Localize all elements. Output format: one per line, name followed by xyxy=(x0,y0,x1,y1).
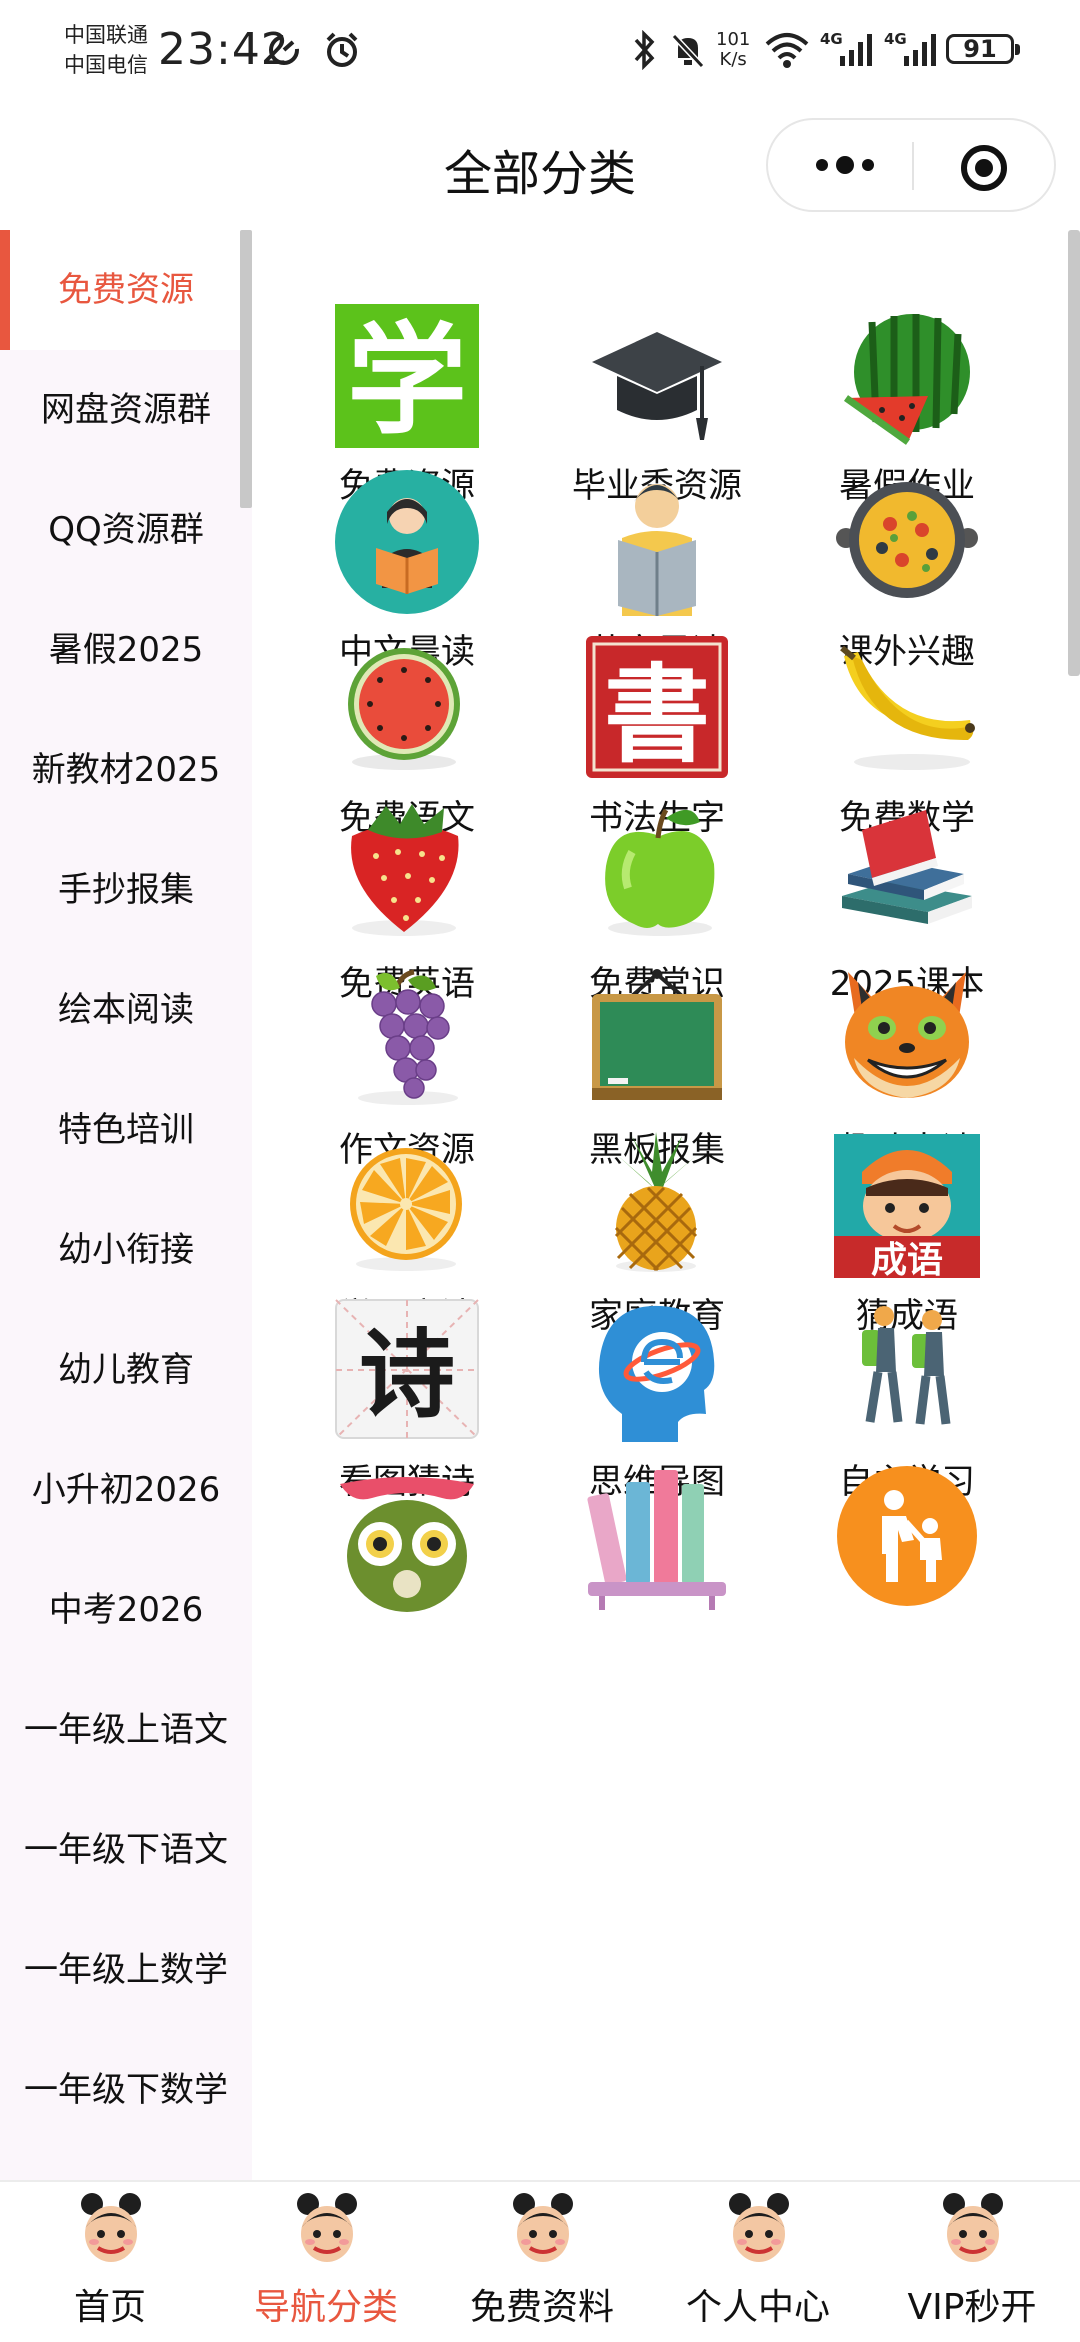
sidebar-item-handwritten-posters[interactable]: 手抄报集 xyxy=(0,830,252,950)
net-speed-value: 101 xyxy=(716,29,751,50)
mini-program-capsule xyxy=(766,118,1056,212)
sidebar-item-free-resources[interactable]: 免费资源 xyxy=(0,230,252,350)
tab-label: 导航分类 xyxy=(253,2287,398,2328)
alarm-icon xyxy=(326,32,358,67)
sidebar-item-grade1-chinese-a[interactable]: 一年级上语文 xyxy=(0,1670,252,1790)
category-sidebar[interactable]: 免费资源 网盘资源群 QQ资源群 暑假2025 新教材2025 手抄报集 绘本阅… xyxy=(0,230,252,2180)
category-grid: 学 免费资源 毕业季资源 暑假作业 中文晨读 xyxy=(252,230,1080,2180)
nezha-avatar-icon xyxy=(513,2193,573,2262)
carrier-2: 中国电信 xyxy=(64,53,148,77)
parent-child-icon xyxy=(837,1466,977,1606)
net-speed-unit: K/s xyxy=(719,49,747,70)
tab-home[interactable]: 首页 xyxy=(2,2182,218,2342)
sidebar-item-summer-2025[interactable]: 暑假2025 xyxy=(0,590,252,710)
sidebar-item-middle-school-entrance-2026[interactable]: 小升初2026 xyxy=(0,1430,252,1550)
tab-label: 首页 xyxy=(73,2287,146,2328)
signal-bars-icon xyxy=(840,34,872,66)
tab-label: 个人中心 xyxy=(685,2287,830,2328)
signal-bars-icon xyxy=(904,34,936,66)
tab-free-materials[interactable]: 免费资料 xyxy=(434,2182,650,2342)
sidebar-item-special-training[interactable]: 特色培训 xyxy=(0,1070,252,1190)
grid-item-parenting[interactable] xyxy=(782,1392,1002,1632)
tab-label: VIP秒开 xyxy=(907,2287,1037,2328)
nezha-avatar-icon xyxy=(943,2193,1003,2262)
cell-signal-2: 4G xyxy=(884,30,940,68)
sidebar-item-picture-books[interactable]: 绘本阅读 xyxy=(0,950,252,1070)
close-target-icon[interactable] xyxy=(960,144,1008,192)
sidebar-item-grade1-chinese-b[interactable]: 一年级下语文 xyxy=(0,1790,252,1910)
tab-label: 免费资料 xyxy=(469,2287,614,2328)
bluetooth-icon xyxy=(634,30,655,70)
owl-icon xyxy=(340,1477,474,1612)
sidebar-item-kindergarten-transition[interactable]: 幼小衔接 xyxy=(0,1190,252,1310)
sidebar-item-early-education[interactable]: 幼儿教育 xyxy=(0,1310,252,1430)
sidebar-item-high-school-exam-2026[interactable]: 中考2026 xyxy=(0,1550,252,1670)
nezha-avatar-icon xyxy=(81,2193,141,2262)
more-dots-icon[interactable] xyxy=(810,150,880,180)
tab-profile[interactable]: 个人中心 xyxy=(650,2182,866,2342)
bottom-tab-bar: 首页 导航分类 免费资料 个人中心 VIP秒开 xyxy=(0,2180,1080,2340)
nezha-avatar-icon xyxy=(297,2193,357,2262)
nezha-avatar-icon xyxy=(729,2193,789,2262)
cell-signal-1: 4G xyxy=(820,30,876,68)
grid-scrollbar[interactable] xyxy=(1068,230,1080,676)
sidebar-item-grade1-math-a[interactable]: 一年级上数学 xyxy=(0,1910,252,2030)
status-bar: 中国联通 中国电信 23:42 101 K/s 4G 4G 91 xyxy=(0,0,1080,104)
grid-item-owl[interactable] xyxy=(282,1392,502,1632)
carrier-1: 中国联通 xyxy=(64,23,148,47)
capsule-divider xyxy=(912,142,914,190)
network-speed: 101 K/s xyxy=(716,30,750,70)
mute-bell-icon xyxy=(671,33,705,69)
grid-item-bookshelf[interactable] xyxy=(532,1392,752,1632)
sidebar-item-qq-group[interactable]: QQ资源群 xyxy=(0,470,252,590)
battery-indicator: 91 xyxy=(946,34,1020,64)
nav-bar: 全部分类 xyxy=(0,104,1080,230)
sidebar-scrollbar[interactable] xyxy=(240,230,252,508)
wifi-icon xyxy=(765,33,809,68)
tab-vip[interactable]: VIP秒开 xyxy=(864,2182,1080,2342)
carrier-labels: 中国联通 中国电信 xyxy=(64,20,148,80)
data-saver-icon xyxy=(269,35,299,65)
tab-categories[interactable]: 导航分类 xyxy=(218,2182,434,2342)
sidebar-item-netdisk-group[interactable]: 网盘资源群 xyxy=(0,350,252,470)
sidebar-item-grade1-math-b[interactable]: 一年级下数学 xyxy=(0,2030,252,2150)
sidebar-item-new-textbook-2025[interactable]: 新教材2025 xyxy=(0,710,252,830)
bookshelf-icon xyxy=(587,1470,726,1610)
